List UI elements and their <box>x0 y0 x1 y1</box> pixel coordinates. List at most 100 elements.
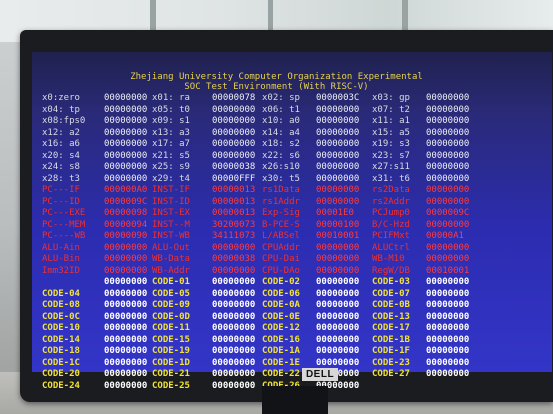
register-value: 00000000 <box>316 288 360 299</box>
register-label: PCIFMxt <box>372 231 410 241</box>
register-value: 00000000 <box>426 357 470 368</box>
register-value: 00000000 <box>316 139 360 149</box>
register-value: 00000000 <box>104 150 148 161</box>
register-label: CODE-1F <box>372 346 410 356</box>
register-value: 00000000 <box>426 323 470 333</box>
register-value: 00000000 <box>212 116 256 126</box>
register-value: 00000A1 <box>426 231 464 241</box>
register-value: 0000009C <box>426 208 470 218</box>
register-value: 00000000 <box>426 346 470 356</box>
register-label: CODE-04 <box>42 288 80 299</box>
register-value: 00000000 <box>316 150 360 161</box>
register-label: x28: t3 <box>42 173 80 184</box>
register-label: INST--M <box>152 219 190 230</box>
register-value: 00000000 <box>212 346 256 356</box>
register-label: PC---MEM <box>42 219 86 230</box>
register-label: CODE-0B <box>372 300 410 310</box>
register-label: x11: a1 <box>372 116 410 126</box>
register-value: 00000000 <box>104 242 148 253</box>
register-value: 00000000 <box>426 196 470 207</box>
register-label: INST-ID <box>152 196 190 207</box>
register-label: CPU-DAo <box>262 265 300 276</box>
register-label: CODE-12 <box>262 323 300 333</box>
register-value: 00000000 <box>212 288 256 299</box>
register-value: 00000000 <box>426 173 470 184</box>
register-value: 00000000 <box>212 139 256 149</box>
register-value: 00000000 <box>426 219 470 230</box>
register-value: 00000000 <box>316 185 360 195</box>
register-label: CODE-0E <box>262 311 300 322</box>
register-label: x14: a4 <box>262 127 300 138</box>
register-label: CODE-01 <box>152 277 190 287</box>
register-label: x10: a0 <box>262 116 300 126</box>
register-value: 00000000 <box>212 357 256 368</box>
register-value: 00000000 <box>316 104 360 115</box>
register-label: x23: s7 <box>372 150 410 161</box>
register-value: 00000000 <box>426 242 470 253</box>
register-value: 00000000 <box>212 150 256 161</box>
register-label: CODE-06 <box>262 288 300 299</box>
register-label: x26:s10 <box>262 162 300 172</box>
register-value: 00000000 <box>104 173 148 184</box>
register-value: 00000000 <box>426 93 470 103</box>
register-label: x31: t6 <box>372 173 410 184</box>
register-value: 00000000 <box>104 104 148 115</box>
register-label: Imm32ID <box>42 265 80 276</box>
register-label: x0:zero <box>42 93 80 103</box>
register-value: 00000000 <box>104 346 148 356</box>
register-label: x12: a2 <box>42 127 80 138</box>
register-value: 00000000 <box>426 300 470 310</box>
register-label: CODE-0C <box>42 311 80 322</box>
register-label: rs1Addr <box>262 196 300 207</box>
register-value: 00000000 <box>426 104 470 115</box>
register-label: WB-M10 <box>372 254 405 264</box>
register-label: RegW/DB <box>372 265 410 276</box>
register-value: 00000000 <box>104 288 148 299</box>
register-value: 00000000 <box>212 127 256 138</box>
register-label: ALU-Ain <box>42 242 80 253</box>
register-label: ALU-Out <box>152 242 190 253</box>
register-label: PC---ID <box>42 196 80 207</box>
register-label: CODE-17 <box>372 323 410 333</box>
register-label: CODE-14 <box>42 334 80 345</box>
register-value: 00000000 <box>426 288 470 299</box>
register-value: 00000000 <box>316 116 360 126</box>
register-value: 00000013 <box>212 208 256 218</box>
register-label: x01: ra <box>152 93 190 103</box>
register-value: 00000000 <box>316 300 360 310</box>
register-value: 00001E0 <box>316 208 354 218</box>
register-label: CODE-0A <box>262 300 300 310</box>
register-value: 00000000 <box>426 139 470 149</box>
register-value: 00000000 <box>104 127 148 138</box>
register-value: 00000000 <box>104 116 148 126</box>
register-value: 00000000 <box>316 334 360 345</box>
register-value: 00000000 <box>212 265 256 276</box>
register-value: 00000000 <box>426 127 470 138</box>
register-label: CODE-21 <box>152 369 190 379</box>
register-value: 00000000 <box>104 254 148 264</box>
register-label: x02: sp <box>262 93 300 103</box>
register-label: PC---EXE <box>42 208 86 218</box>
register-label: CODE-05 <box>152 288 190 299</box>
register-value: 00000000 <box>212 300 256 310</box>
register-label: PCJump0 <box>372 208 410 218</box>
register-label: ALU-Bin <box>42 254 80 264</box>
register-value: 00000094 <box>104 219 148 230</box>
register-label: CODE-16 <box>262 334 300 345</box>
register-label: x27:s11 <box>372 162 410 172</box>
register-value: 0000003C <box>316 93 360 103</box>
register-label: INST-EX <box>152 208 190 218</box>
register-value: 00000000 <box>426 334 470 345</box>
register-label: x22: s6 <box>262 150 300 161</box>
register-label: WB-Data <box>152 254 190 264</box>
register-value: 00000000 <box>316 127 360 138</box>
register-value: 00000000 <box>426 254 470 264</box>
register-label: CODE-10 <box>42 323 80 333</box>
register-label: B/C-Hzd <box>372 219 410 230</box>
register-label: x16: a6 <box>42 139 80 149</box>
register-label: x21: s5 <box>152 150 190 161</box>
register-label: CODE-25 <box>152 380 190 391</box>
register-value: 00000000 <box>104 277 148 287</box>
register-label: CODE-1D <box>152 357 190 368</box>
register-label: CODE-24 <box>42 380 80 391</box>
